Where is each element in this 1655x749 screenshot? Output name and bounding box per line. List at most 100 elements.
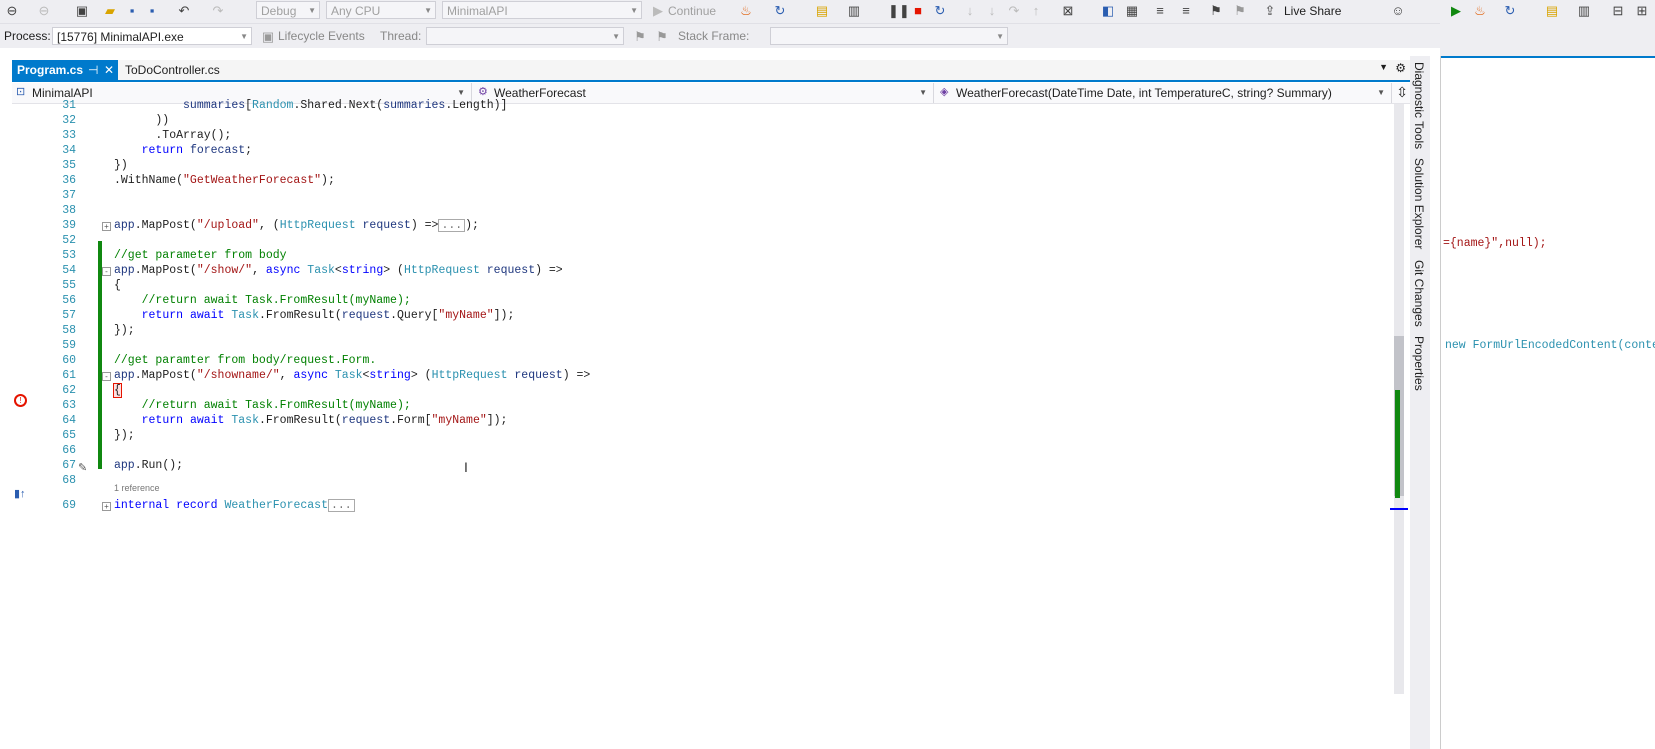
code-line: //return await Task.FromResult(myName);	[141, 399, 411, 412]
restart-icon[interactable]: ↻	[772, 3, 788, 19]
collapse-icon[interactable]: -	[102, 372, 111, 381]
attach-icon[interactable]: ⊞	[1634, 3, 1650, 19]
caret-marker	[1390, 508, 1408, 510]
member-dropdown[interactable]: ◈ WeatherForecast(DateTime Date, int Tem…	[936, 83, 1392, 103]
stack-frame-dropdown[interactable]: ▼	[770, 27, 1008, 45]
code-line: app.MapPost("/show/", async Task<string>…	[114, 264, 563, 277]
code-editor[interactable]: ! ▮↑ ✎ 31 32 33 34 35 36 37 38 39 52 53 …	[12, 99, 1394, 749]
pin-icon[interactable]: ⊣	[88, 60, 98, 80]
configuration-dropdown[interactable]: Debug ▼	[256, 1, 320, 19]
expand-icon[interactable]: +	[102, 222, 111, 231]
restart-icon[interactable]: ↻	[1502, 3, 1518, 19]
expand-icon[interactable]: +	[102, 502, 111, 511]
tab-overflow-icon[interactable]: ▼	[1379, 62, 1388, 72]
right-window-toolbar: ▶ ♨ ↻ ▤ ▥ ⊟ ⊞	[1440, 0, 1655, 56]
line-number: 31	[62, 99, 76, 112]
live-share-icon[interactable]: ⇪	[1262, 3, 1278, 19]
layout-icon[interactable]: ▥	[1576, 3, 1592, 19]
lifecycle-events-dropdown[interactable]: Lifecycle Events	[278, 29, 365, 43]
hot-reload-icon[interactable]: ♨	[1472, 3, 1488, 19]
line-number: 54	[62, 264, 76, 277]
step-out-icon[interactable]: ↑	[1028, 3, 1044, 19]
collapsed-region[interactable]: ...	[438, 219, 466, 232]
code-line: });	[114, 324, 135, 337]
undo-icon[interactable]: ↶	[176, 3, 192, 19]
line-number: 56	[62, 294, 76, 307]
code-line: })	[114, 159, 128, 172]
step-over-icon[interactable]: ↓	[984, 3, 1000, 19]
tab-program-cs[interactable]: Program.cs ⊣ ✕	[12, 60, 118, 80]
back-icon[interactable]: ⊖	[4, 3, 20, 19]
threads-icon[interactable]: ◧	[1100, 3, 1116, 19]
stop-icon[interactable]: ■	[910, 3, 926, 19]
secondary-editor[interactable]: ={name}",null); new FormUrlEncodedConten…	[1440, 56, 1655, 749]
line-number: 60	[62, 354, 76, 367]
save-all-icon[interactable]: ▪	[144, 3, 160, 19]
live-share-button[interactable]: Live Share	[1284, 4, 1341, 18]
debug-location-bar: Process: [15776] MinimalAPI.exe ▼ ▣ Lifec…	[0, 24, 1440, 48]
forward-icon[interactable]: ⊖	[36, 3, 52, 19]
code-line: new FormUrlEncodedContent(conte	[1445, 339, 1655, 352]
document-tabs: Program.cs ⊣ ✕ ToDoController.cs ▼ ⚙	[12, 60, 1410, 82]
platform-dropdown[interactable]: Any CPU ▼	[326, 1, 436, 19]
line-number: 65	[62, 429, 76, 442]
process-label: Process:	[4, 29, 51, 43]
hex-icon[interactable]: ⊠	[1060, 3, 1076, 19]
layout-icon[interactable]: ▥	[846, 3, 862, 19]
code-line: .ToArray();	[114, 129, 232, 142]
continue-icon[interactable]: ▶	[650, 3, 666, 19]
process-dropdown[interactable]: [15776] MinimalAPI.exe ▼	[52, 27, 252, 45]
type-dropdown[interactable]: ⚙ WeatherForecast ▼	[474, 83, 934, 103]
tab-properties[interactable]: Properties	[1412, 336, 1426, 391]
startup-project-dropdown[interactable]: MinimalAPI ▼	[442, 1, 642, 19]
tab-solution-explorer[interactable]: Solution Explorer	[1412, 158, 1426, 249]
restart-debug-icon[interactable]: ↻	[932, 3, 948, 19]
vertical-scrollbar[interactable]	[1390, 104, 1408, 694]
codelens-references[interactable]: 1 reference	[114, 483, 160, 493]
thread-dropdown[interactable]: ▼	[426, 27, 624, 45]
gear-icon[interactable]: ⚙	[1395, 61, 1406, 75]
collapse-icon[interactable]: -	[102, 267, 111, 276]
bookmark-prev-icon[interactable]: ⚑	[1232, 3, 1248, 19]
open-folder-icon[interactable]: ▰	[102, 3, 118, 19]
code-line: return forecast;	[141, 144, 253, 157]
close-icon[interactable]: ✕	[104, 60, 114, 80]
code-line: return await Task.FromResult(request.Que…	[141, 309, 515, 322]
bookmark-icon[interactable]: ⚑	[1208, 3, 1224, 19]
save-icon[interactable]: ▪	[124, 3, 140, 19]
thread-label: Thread:	[380, 29, 422, 43]
flag-icon[interactable]: ⚑	[632, 29, 648, 45]
split-icon[interactable]: ⇳	[1396, 84, 1408, 101]
collapsed-region[interactable]: ...	[327, 499, 355, 512]
browser-icon[interactable]: ▤	[814, 3, 830, 19]
run-icon[interactable]: ▶	[1448, 3, 1464, 19]
hot-reload-icon[interactable]: ♨	[738, 3, 754, 19]
uncomment-icon[interactable]: ≡	[1178, 3, 1194, 19]
text-cursor-icon: I	[464, 459, 468, 475]
browser-icon[interactable]: ▤	[1544, 3, 1560, 19]
pause-icon[interactable]: ❚❚	[888, 3, 910, 19]
window-icon[interactable]: ▦	[1124, 3, 1140, 19]
feedback-icon[interactable]: ☺	[1390, 3, 1406, 19]
info-icon[interactable]: ▮↑	[14, 487, 26, 500]
comment-icon[interactable]: ≡	[1152, 3, 1168, 19]
line-number: 66	[62, 444, 76, 457]
line-number: 61	[62, 369, 76, 382]
continue-button[interactable]: Continue	[668, 4, 716, 18]
tab-git-changes[interactable]: Git Changes	[1412, 260, 1426, 327]
breakpoint-icon[interactable]: !	[14, 394, 27, 407]
redo-icon[interactable]: ↷	[210, 3, 226, 19]
line-number: 62	[62, 384, 76, 397]
flag-threads-icon[interactable]: ⚑	[654, 29, 670, 45]
lifecycle-icon: ▣	[261, 29, 275, 44]
tab-todocontroller-cs[interactable]: ToDoController.cs	[120, 60, 230, 80]
code-line: {	[113, 383, 122, 398]
code-line: ))	[114, 114, 170, 127]
new-project-icon[interactable]: ▣	[74, 3, 90, 19]
step-icon[interactable]: ⊟	[1610, 3, 1626, 19]
step-into-icon[interactable]: ↓	[962, 3, 978, 19]
step-back-icon[interactable]: ↷	[1006, 3, 1022, 19]
quick-actions-icon[interactable]: ✎	[78, 461, 87, 474]
code-line: app.MapPost("/showname/", async Task<str…	[114, 369, 591, 382]
tab-diagnostic-tools[interactable]: Diagnostic Tools	[1412, 62, 1426, 149]
